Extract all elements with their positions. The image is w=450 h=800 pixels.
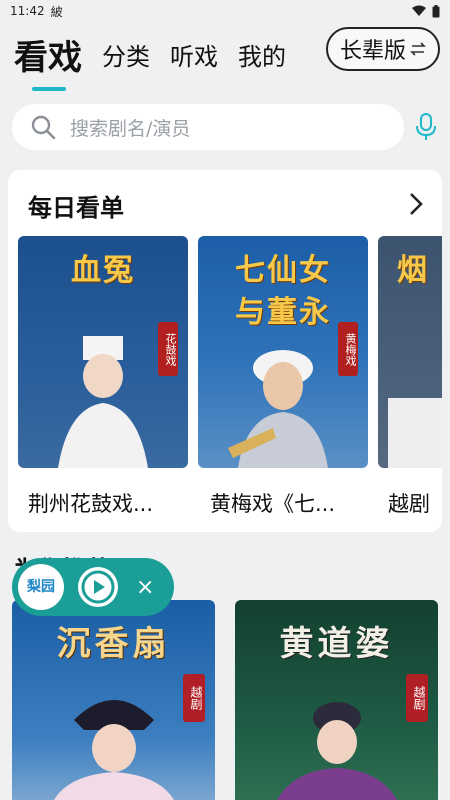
performer-image: [53, 700, 174, 800]
poster-title-line1: 七仙女: [235, 253, 331, 288]
search-placeholder: 搜索剧名/演员: [70, 117, 191, 140]
microphone-icon[interactable]: [414, 112, 438, 142]
status-bar: 11:42 紴: [0, 0, 450, 22]
poster-title: 血冤: [71, 253, 135, 288]
wifi-icon: [412, 5, 426, 16]
play-button[interactable]: [78, 567, 118, 607]
status-icons: [412, 4, 440, 18]
status-extra: 紴: [50, 4, 63, 19]
daily-title: 每日看单: [28, 194, 124, 222]
status-time: 11:42: [10, 4, 45, 18]
tab-listen[interactable]: 听戏: [170, 37, 218, 72]
daily-caption-3[interactable]: 越剧: [388, 488, 442, 518]
poster-title: 沉香扇: [56, 624, 171, 664]
daily-caption-1[interactable]: 荆州花鼓戏...: [28, 488, 188, 518]
battery-icon: [432, 4, 440, 17]
close-player-button[interactable]: ×: [136, 575, 154, 600]
performer-image: [388, 398, 442, 468]
recommend-poster-1[interactable]: 沉香扇 越剧: [12, 600, 215, 800]
tab-watch-label: 看戏: [14, 37, 82, 78]
daily-poster-2[interactable]: 七仙女 与董永 黄梅戏: [198, 236, 368, 468]
top-tabs: 看戏 分类 听戏 我的 长辈版: [0, 24, 450, 91]
tab-watch[interactable]: 看戏: [14, 30, 82, 91]
app-logo: 梨园: [18, 564, 64, 610]
recommend-poster-2[interactable]: 黄道婆 越剧: [235, 600, 438, 800]
mini-player[interactable]: 梨园 ×: [12, 558, 174, 616]
performer-image: [276, 702, 397, 800]
genre-seal: 越剧: [406, 674, 428, 722]
daily-caption-2[interactable]: 黄梅戏《七...: [210, 488, 370, 518]
tab-mine[interactable]: 我的: [238, 37, 286, 72]
genre-seal: 黄梅戏: [338, 322, 358, 376]
swap-arrows-icon: [410, 42, 426, 56]
poster-title: 黄道婆: [279, 624, 394, 664]
elder-mode-label: 长辈版: [339, 39, 406, 64]
play-icon: [81, 570, 115, 604]
genre-seal: 越剧: [183, 674, 205, 722]
search-icon: [31, 115, 56, 140]
elder-mode-button[interactable]: 长辈版: [325, 27, 440, 71]
search-bar[interactable]: 搜索剧名/演员: [12, 104, 404, 150]
chevron-right-icon[interactable]: [408, 192, 424, 216]
active-tab-indicator: [32, 86, 66, 91]
daily-poster-3[interactable]: 烟: [378, 236, 442, 468]
daily-watchlist-card: 每日看单 血冤 花鼓戏 七仙女 与董永 黄梅戏 烟 荆州花鼓戏... 黄梅戏《七…: [8, 170, 442, 532]
genre-seal: 花鼓戏: [158, 322, 178, 376]
poster-title: 烟: [397, 253, 429, 288]
daily-poster-1[interactable]: 血冤 花鼓戏: [18, 236, 188, 468]
performer-image: [58, 336, 148, 468]
performer-image: [228, 350, 328, 468]
tab-category[interactable]: 分类: [102, 37, 150, 72]
